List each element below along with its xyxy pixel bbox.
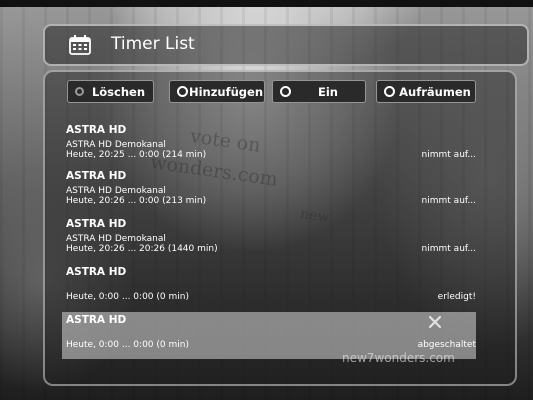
channel-name: ASTRA HD (66, 170, 127, 182)
title-bar: Timer List (43, 24, 529, 66)
on-button-label: Ein (318, 84, 338, 99)
x-icon (428, 315, 442, 329)
cleanup-button-label: Aufräumen (399, 84, 471, 99)
time-range: Heute, 20:25 ... 0:00 (214 min) (66, 150, 207, 160)
indicator-icon (177, 86, 188, 97)
time-range: Heute, 20:26 ... 0:00 (213 min) (66, 196, 207, 206)
timer-status: nimmt auf... (421, 196, 476, 206)
timer-status: nimmt auf... (421, 244, 476, 254)
channel-name: ASTRA HD (66, 218, 127, 230)
time-range: Heute, 0:00 ... 0:00 (0 min) (66, 292, 189, 302)
delete-button-label: Löschen (91, 84, 146, 99)
indicator-icon (280, 86, 291, 97)
timer-status: abgeschaltet (417, 340, 476, 350)
channel-name: ASTRA HD (66, 266, 127, 278)
program-name: ASTRA HD Demokanal (66, 186, 166, 196)
program-name: ASTRA HD Demokanal (66, 234, 166, 244)
time-range: Heute, 0:00 ... 0:00 (0 min) (66, 340, 189, 350)
watermark: new7wonders.com (342, 351, 455, 365)
top-border (0, 0, 533, 7)
cleanup-button[interactable]: Aufräumen (376, 80, 476, 103)
channel-name: ASTRA HD (66, 124, 127, 136)
on-button[interactable]: Ein (272, 80, 366, 103)
calendar-icon (69, 35, 91, 55)
indicator-icon (384, 86, 395, 97)
channel-name: ASTRA HD (66, 314, 127, 326)
page-title: Timer List (111, 34, 195, 54)
delete-button[interactable]: Löschen (67, 80, 154, 103)
add-button-label: Hinzufügen (188, 84, 264, 99)
indicator-icon (75, 87, 84, 96)
timer-status: nimmt auf... (421, 150, 476, 160)
timer-panel: Löschen Hinzufügen Ein Aufräumen ASTRA H… (43, 70, 517, 386)
add-button[interactable]: Hinzufügen (169, 80, 265, 103)
time-range: Heute, 20:26 ... 20:26 (1440 min) (66, 244, 218, 254)
timer-status: erledigt! (437, 292, 476, 302)
program-name: ASTRA HD Demokanal (66, 140, 166, 150)
